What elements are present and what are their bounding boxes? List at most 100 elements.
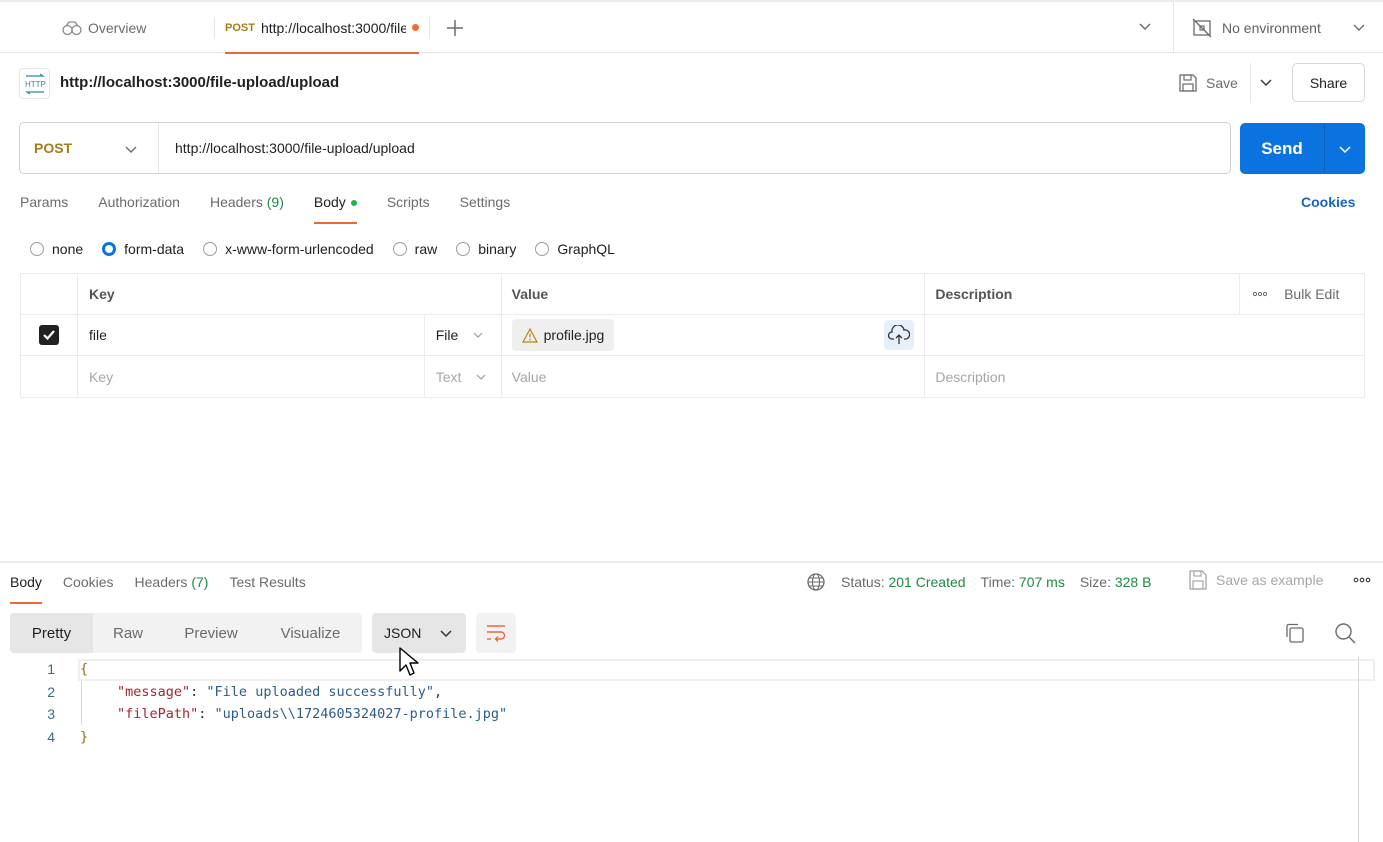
radio-raw[interactable]: raw [392, 241, 437, 257]
radio-form-data[interactable]: form-data [102, 241, 184, 257]
tab-active-request[interactable]: POST http://localhost:3000/file-upload/u… [225, 2, 419, 54]
json-entry: "filePath": "uploads\\1724605324027-prof… [117, 706, 508, 722]
radio-icon [456, 242, 471, 256]
type-select[interactable]: Text [436, 369, 488, 385]
tab-headers[interactable]: Headers (9) [210, 192, 284, 224]
save-label: Save [1206, 75, 1238, 91]
time-value: 707 ms [1018, 574, 1065, 590]
more-options-icon [1353, 577, 1371, 583]
row-enabled-checkbox[interactable] [38, 325, 59, 345]
overview-icon [62, 20, 82, 36]
view-mode-visualize[interactable]: Visualize [259, 613, 362, 653]
response-tabs: Body Cookies Headers (7) Test Results [10, 572, 327, 604]
warning-icon [521, 327, 538, 343]
json-key: "message" [117, 684, 191, 700]
tab-overview[interactable]: Overview [62, 16, 146, 40]
type-label: File [435, 327, 459, 343]
row-checkbox-cell [21, 356, 78, 397]
radio-label: x-www-form-urlencoded [225, 241, 374, 257]
status-readout[interactable]: Status: 201 Created [841, 574, 966, 590]
tab-label: Params [20, 194, 69, 210]
save-options-button[interactable] [1259, 75, 1273, 89]
new-tab-button[interactable] [443, 16, 467, 40]
environment-selector[interactable]: No environment [1173, 2, 1383, 53]
wrap-lines-button[interactable] [476, 613, 516, 653]
scrollbar[interactable] [1358, 657, 1359, 842]
response-body-viewer[interactable]: 1 { 2 "message": "File uploaded successf… [0, 657, 1383, 842]
more-options-icon[interactable] [1252, 291, 1268, 297]
upload-file-button[interactable] [884, 320, 915, 350]
view-mode-pretty[interactable]: Pretty [10, 613, 93, 653]
send-button-group: Send [1240, 123, 1365, 174]
column-header-value: Value [502, 274, 926, 314]
description-input[interactable]: Description [925, 356, 1364, 397]
time-readout[interactable]: Time: 707 ms [981, 574, 1065, 590]
save-button[interactable]: Save [1178, 69, 1238, 97]
plus-icon [447, 20, 463, 36]
table-header-row: Key Value Description Bulk Edit [21, 274, 1364, 315]
response-tab-headers[interactable]: Headers (7) [135, 572, 209, 604]
method-select[interactable]: POST [20, 123, 159, 173]
view-mode-raw[interactable]: Raw [93, 613, 163, 653]
share-button[interactable]: Share [1292, 63, 1365, 102]
tab-params[interactable]: Params [20, 192, 68, 224]
description-cell[interactable] [925, 315, 1364, 355]
json-punct: , [434, 684, 443, 700]
tab-divider [429, 17, 430, 39]
tab-label: Settings [459, 194, 511, 210]
tab-label: Body [313, 194, 346, 210]
http-icon: HTTP [19, 68, 50, 99]
json-value: "File uploaded successfully" [206, 684, 434, 700]
cookies-link[interactable]: Cookies [1301, 194, 1355, 210]
tab-authorization[interactable]: Authorization [98, 192, 180, 224]
radio-x-www-form-urlencoded[interactable]: x-www-form-urlencoded [203, 241, 374, 257]
size-readout[interactable]: Size: 328 B [1080, 574, 1152, 590]
request-title[interactable]: http://localhost:3000/file-upload/upload [60, 74, 339, 91]
tab-scripts[interactable]: Scripts [387, 192, 430, 224]
send-button[interactable]: Send [1240, 123, 1324, 174]
chevron-down-icon [124, 142, 138, 156]
response-tab-test-results[interactable]: Test Results [229, 572, 305, 604]
save-as-example-button[interactable]: Save as example [1189, 570, 1323, 590]
chevron-down-icon [1339, 145, 1351, 153]
chevron-down-icon [1139, 23, 1151, 30]
bulk-edit-button[interactable]: Bulk Edit [1284, 286, 1339, 302]
view-mode-preview[interactable]: Preview [163, 613, 259, 653]
response-tab-cookies[interactable]: Cookies [63, 572, 114, 604]
copy-response-button[interactable] [1284, 622, 1306, 644]
radio-binary[interactable]: binary [456, 241, 516, 257]
pane-resize-handle[interactable] [0, 561, 1383, 563]
table-row: file File profile.jpg [21, 315, 1364, 356]
tab-label: Body [10, 574, 42, 590]
size-value: 328 B [1114, 574, 1152, 590]
tab-body[interactable]: Body [313, 192, 357, 224]
tab-label: Headers [209, 194, 263, 210]
type-cell: File [425, 315, 502, 355]
url-input[interactable] [175, 123, 1215, 173]
method-label: POST [34, 140, 73, 156]
key-cell[interactable]: file [78, 315, 425, 355]
search-response-button[interactable] [1334, 622, 1356, 644]
body-type-options: none form-data x-www-form-urlencoded raw… [30, 239, 634, 259]
no-environment-icon [1192, 18, 1212, 38]
file-name: profile.jpg [543, 327, 605, 343]
checkmark-icon [43, 330, 55, 341]
response-more-options-button[interactable] [1353, 577, 1371, 583]
radio-none[interactable]: none [30, 241, 83, 257]
radio-graphql[interactable]: GraphQL [535, 241, 615, 257]
value-input[interactable]: Value [502, 356, 926, 397]
save-as-example-label: Save as example [1216, 572, 1324, 588]
response-tab-body[interactable]: Body [10, 572, 42, 604]
tabs-dropdown-button[interactable] [1138, 19, 1152, 33]
size-label: Size: [1079, 574, 1111, 590]
tab-label: Headers [134, 574, 188, 590]
headers-count: (9) [266, 194, 284, 210]
file-chip[interactable]: profile.jpg [511, 319, 615, 351]
send-options-button[interactable] [1325, 123, 1365, 174]
tab-settings[interactable]: Settings [460, 192, 511, 224]
key-input[interactable]: Key [78, 356, 425, 397]
type-select[interactable]: File [436, 327, 485, 343]
globe-icon[interactable] [806, 572, 826, 592]
response-meta: Status: 201 Created Time: 707 ms Size: 3… [806, 572, 1166, 592]
radio-label: GraphQL [557, 241, 615, 257]
